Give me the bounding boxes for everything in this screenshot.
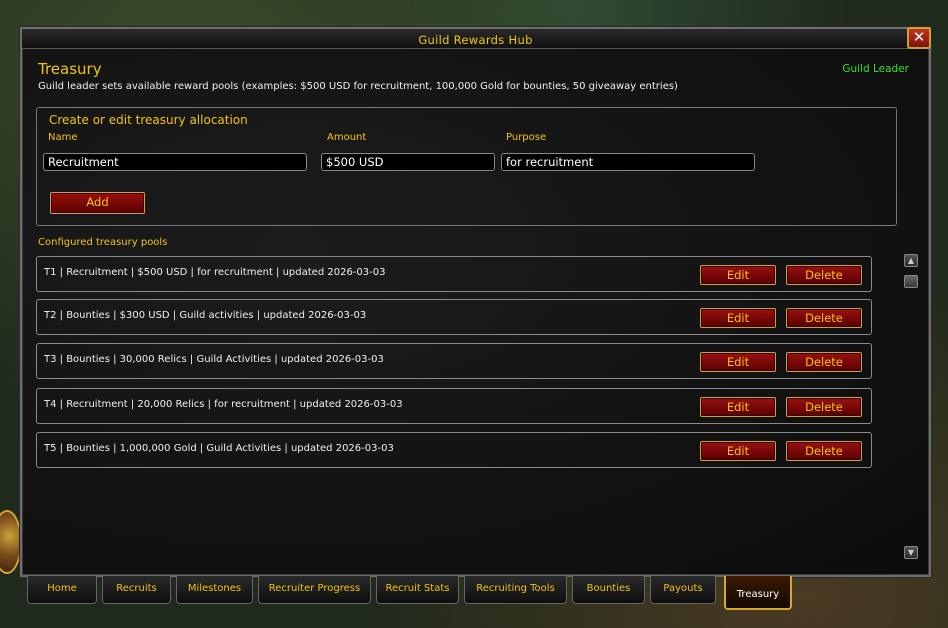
pool-row-text: T4 | Recruitment | 20,000 Relics | for r…	[44, 399, 403, 410]
allocation-form: Create or edit treasury allocation Name …	[36, 107, 897, 226]
guild-rewards-window: Guild Rewards Hub Treasury Guild Leader …	[20, 27, 931, 577]
scrollbar-thumb[interactable]	[904, 275, 918, 288]
purpose-field[interactable]	[501, 153, 755, 171]
name-field[interactable]	[43, 153, 307, 171]
amount-field[interactable]	[321, 153, 495, 171]
name-label: Name	[48, 132, 78, 143]
allocation-form-title: Create or edit treasury allocation	[49, 113, 248, 127]
scroll-down-icon[interactable]: ▼	[904, 546, 918, 559]
role-badge: Guild Leader	[842, 63, 909, 75]
pool-row-text: T5 | Bounties | 1,000,000 Gold | Guild A…	[44, 443, 394, 454]
edit-button[interactable]: Edit	[700, 265, 776, 285]
delete-button[interactable]: Delete	[786, 441, 862, 461]
tab-bounties[interactable]: Bounties	[572, 576, 645, 604]
tab-treasury[interactable]: Treasury	[724, 576, 792, 610]
pool-row: T4 | Recruitment | 20,000 Relics | for r…	[36, 388, 872, 424]
close-icon[interactable]: ✕	[907, 27, 931, 49]
amount-label: Amount	[327, 132, 367, 143]
delete-button[interactable]: Delete	[786, 308, 862, 328]
edit-button[interactable]: Edit	[700, 397, 776, 417]
purpose-label: Purpose	[506, 132, 547, 143]
pool-row-text: T3 | Bounties | 30,000 Relics | Guild Ac…	[44, 354, 384, 365]
delete-button[interactable]: Delete	[786, 397, 862, 417]
page-title: Treasury	[38, 60, 102, 78]
pool-row: T1 | Recruitment | $500 USD | for recrui…	[36, 256, 872, 292]
pool-row-text: T2 | Bounties | $300 USD | Guild activit…	[44, 310, 367, 321]
window-titlebar[interactable]: Guild Rewards Hub	[22, 29, 929, 49]
tab-home[interactable]: Home	[27, 576, 97, 604]
pools-section-label: Configured treasury pools	[38, 237, 168, 248]
delete-button[interactable]: Delete	[786, 352, 862, 372]
delete-button[interactable]: Delete	[786, 265, 862, 285]
page-description: Guild leader sets available reward pools…	[38, 81, 678, 92]
edit-button[interactable]: Edit	[700, 308, 776, 328]
pool-row: T3 | Bounties | 30,000 Relics | Guild Ac…	[36, 343, 872, 379]
window-title: Guild Rewards Hub	[418, 33, 533, 47]
tab-payouts[interactable]: Payouts	[650, 576, 716, 604]
add-button[interactable]: Add	[50, 192, 145, 214]
scroll-up-icon[interactable]: ▲	[904, 254, 918, 267]
pool-row: T2 | Bounties | $300 USD | Guild activit…	[36, 299, 872, 335]
tab-recruits[interactable]: Recruits	[102, 576, 171, 604]
edit-button[interactable]: Edit	[700, 441, 776, 461]
tab-recruiting-tools[interactable]: Recruiting Tools	[464, 576, 567, 604]
edit-button[interactable]: Edit	[700, 352, 776, 372]
tab-recruit-stats[interactable]: Recruit Stats	[376, 576, 459, 604]
tab-milestones[interactable]: Milestones	[176, 576, 253, 604]
pool-row: T5 | Bounties | 1,000,000 Gold | Guild A…	[36, 432, 872, 468]
tab-recruiter-progress[interactable]: Recruiter Progress	[258, 576, 371, 604]
player-avatar	[0, 510, 22, 574]
pool-row-text: T1 | Recruitment | $500 USD | for recrui…	[44, 267, 386, 278]
